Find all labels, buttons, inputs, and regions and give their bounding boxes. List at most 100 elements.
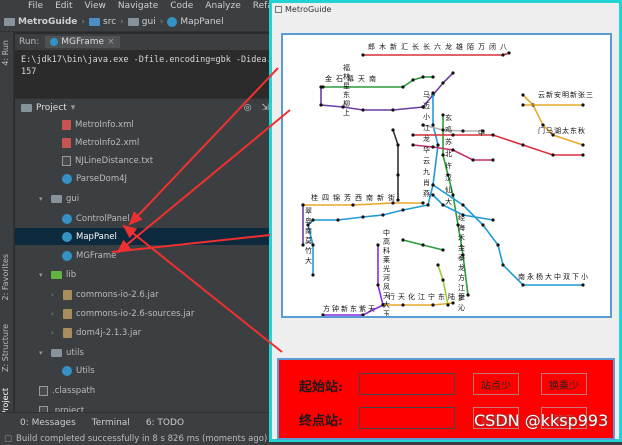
- tree-item-njlinedistance-txt[interactable]: NJLineDistance.txt: [62, 152, 153, 169]
- metro-station-dot[interactable]: [431, 145, 435, 149]
- metro-station-dot[interactable]: [481, 223, 485, 227]
- tree-item-metroinfo2-xml[interactable]: MetroInfo2.xml: [62, 134, 139, 151]
- tree-item--classpath[interactable]: .classpath: [39, 382, 95, 399]
- tree-item-controlpanel[interactable]: ControlPanel: [62, 210, 130, 227]
- metro-station-dot[interactable]: [581, 103, 585, 107]
- menu-item-view[interactable]: View: [85, 1, 106, 11]
- metro-station-dot[interactable]: [401, 85, 405, 89]
- menu-item-edit[interactable]: Edit: [55, 1, 72, 11]
- metro-station-dot[interactable]: [436, 143, 440, 147]
- metro-station-dot[interactable]: [321, 313, 325, 317]
- breadcrumb-src[interactable]: src: [89, 17, 116, 27]
- metro-station-dot[interactable]: [496, 243, 500, 247]
- tree-item-dom4j-2-1-3-jar[interactable]: › dom4j-2.1.3.jar: [51, 324, 141, 341]
- menu-item-file[interactable]: File: [28, 1, 43, 11]
- metro-station-dot[interactable]: [491, 133, 495, 137]
- tree-item-commons-io-2-6-jar[interactable]: › commons-io-2.6.jar: [51, 286, 159, 303]
- tab-run[interactable]: 4: Run: [1, 40, 10, 66]
- metro-station-dot[interactable]: [376, 243, 380, 247]
- metro-station-dot[interactable]: [376, 283, 380, 287]
- metro-station-dot[interactable]: [311, 273, 315, 277]
- bottom-tab-terminal[interactable]: Terminal: [92, 418, 130, 428]
- metro-station-dot[interactable]: [431, 75, 435, 79]
- metro-station-dot[interactable]: [381, 213, 385, 217]
- collapse-icon[interactable]: ⇲: [261, 103, 269, 113]
- tree-item--project[interactable]: .project: [39, 402, 84, 412]
- expand-arrow-icon[interactable]: ›: [51, 291, 59, 299]
- metro-station-dot[interactable]: [501, 263, 505, 267]
- metro-station-dot[interactable]: [501, 53, 505, 57]
- metro-station-dot[interactable]: [471, 158, 475, 162]
- metro-station-dot[interactable]: [319, 85, 323, 89]
- bottom-tab-0-messages[interactable]: 0: Messages: [20, 418, 76, 428]
- metro-station-dot[interactable]: [396, 173, 400, 177]
- metro-station-dot[interactable]: [466, 293, 470, 297]
- menu-item-code[interactable]: Code: [170, 1, 193, 11]
- metro-station-dot[interactable]: [431, 91, 435, 95]
- metro-station-dot[interactable]: [461, 203, 465, 207]
- metro-station-dot[interactable]: [396, 198, 400, 202]
- metro-station-dot[interactable]: [396, 143, 400, 147]
- metro-station-dot[interactable]: [521, 283, 525, 287]
- metro-station-dot[interactable]: [441, 248, 445, 252]
- tree-item-parsedom4j[interactable]: ParseDom4J: [62, 170, 127, 187]
- least-stops-button[interactable]: 站点少: [473, 373, 519, 395]
- end-station-input[interactable]: [359, 407, 455, 429]
- metro-station-dot[interactable]: [336, 218, 340, 222]
- metro-station-dot[interactable]: [351, 203, 355, 207]
- tab-favorites[interactable]: 2: Favorites: [1, 254, 10, 300]
- menu-item-navigate[interactable]: Navigate: [118, 1, 158, 11]
- tree-item-mgframe[interactable]: MGFrame: [62, 247, 116, 264]
- chevron-down-icon[interactable]: ▾: [71, 103, 76, 113]
- metro-station-dot[interactable]: [421, 201, 425, 205]
- metro-station-dot[interactable]: [361, 215, 365, 219]
- metro-station-dot[interactable]: [521, 143, 525, 147]
- tree-item-gui[interactable]: ▾ gui: [39, 190, 79, 207]
- metro-station-dot[interactable]: [431, 123, 435, 127]
- metro-station-dot[interactable]: [431, 193, 435, 197]
- metro-station-dot[interactable]: [581, 153, 585, 157]
- metro-station-dot[interactable]: [446, 303, 450, 307]
- metro-station-dot[interactable]: [411, 78, 415, 82]
- metro-station-dot[interactable]: [319, 103, 323, 107]
- metro-station-dot[interactable]: [421, 75, 425, 79]
- metro-station-dot[interactable]: [507, 51, 511, 55]
- expand-arrow-icon[interactable]: ›: [51, 310, 59, 318]
- close-icon[interactable]: ×: [107, 37, 115, 47]
- metro-station-dot[interactable]: [491, 218, 495, 222]
- tree-item-lib[interactable]: ▾ lib: [39, 266, 76, 283]
- breadcrumb-gui[interactable]: gui: [127, 17, 156, 27]
- metro-station-dot[interactable]: [441, 278, 445, 282]
- start-station-input[interactable]: [359, 373, 455, 395]
- metro-station-dot[interactable]: [361, 108, 365, 112]
- metro-station-dot[interactable]: [491, 158, 495, 162]
- metro-station-dot[interactable]: [391, 128, 395, 132]
- metro-station-dot[interactable]: [521, 93, 525, 97]
- expand-arrow-icon[interactable]: ▾: [39, 349, 47, 357]
- tab-structure[interactable]: Z: Structure: [1, 324, 10, 372]
- metro-station-dot[interactable]: [451, 301, 455, 305]
- bottom-tab-6-todo[interactable]: 6: TODO: [146, 418, 184, 428]
- metro-station-dot[interactable]: [581, 143, 585, 147]
- metro-station-dot[interactable]: [431, 183, 435, 187]
- metro-station-dot[interactable]: [521, 103, 525, 107]
- metro-station-dot[interactable]: [436, 263, 440, 267]
- metro-station-dot[interactable]: [431, 303, 435, 307]
- menu-item-analyze[interactable]: Analyze: [205, 1, 240, 11]
- metro-station-dot[interactable]: [401, 238, 405, 242]
- metro-station-dot[interactable]: [411, 133, 415, 137]
- breadcrumb-metroguide[interactable]: MetroGuide: [4, 17, 77, 27]
- tree-item-commons-io-2-6-sources-jar[interactable]: › commons-io-2.6-sources.jar: [51, 305, 194, 322]
- project-title[interactable]: Project: [36, 103, 67, 113]
- expand-arrow-icon[interactable]: ▾: [39, 271, 47, 279]
- metro-station-dot[interactable]: [411, 143, 415, 147]
- tree-item-metroinfo-xml[interactable]: MetroInfo.xml: [62, 116, 134, 133]
- tree-item-utils[interactable]: Utils: [62, 362, 95, 379]
- metro-station-dot[interactable]: [451, 71, 455, 75]
- metro-station-dot[interactable]: [581, 283, 585, 287]
- tree-item-utils[interactable]: ▾ utils: [39, 344, 84, 361]
- metro-station-dot[interactable]: [426, 203, 430, 207]
- least-transfers-button[interactable]: 换乘少: [541, 373, 587, 395]
- metro-station-dot[interactable]: [361, 53, 365, 57]
- run-tab-mgframe[interactable]: MGFrame ×: [45, 36, 120, 48]
